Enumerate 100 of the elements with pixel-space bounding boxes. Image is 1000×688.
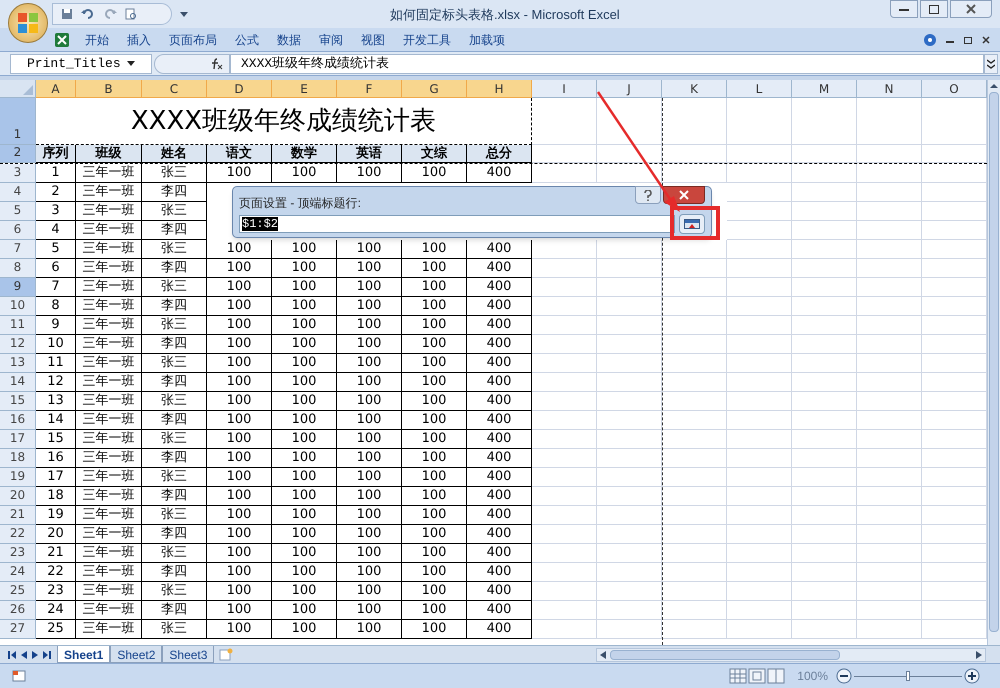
first-sheet-icon[interactable] [8, 650, 16, 658]
empty-cell[interactable] [857, 240, 922, 259]
restore-icon[interactable] [964, 36, 972, 44]
empty-cell[interactable] [597, 164, 662, 183]
empty-cell[interactable] [857, 221, 922, 240]
empty-cell[interactable] [662, 297, 727, 316]
empty-cell[interactable] [532, 98, 597, 145]
row-header[interactable]: 13 [0, 354, 36, 373]
row-header[interactable]: 14 [0, 373, 36, 392]
empty-cell[interactable] [532, 525, 597, 544]
empty-cell[interactable] [727, 98, 792, 145]
row-header[interactable]: 16 [0, 411, 36, 430]
empty-cell[interactable] [727, 392, 792, 411]
empty-cell[interactable] [662, 506, 727, 525]
name-box[interactable]: Print_Titles [10, 54, 152, 74]
sheet-tab[interactable]: Sheet1 [57, 646, 110, 663]
empty-cell[interactable] [597, 335, 662, 354]
empty-cell[interactable] [792, 278, 857, 297]
empty-cell[interactable] [792, 544, 857, 563]
row-header[interactable]: 19 [0, 468, 36, 487]
empty-cell[interactable] [727, 354, 792, 373]
ribbon-tab[interactable]: 公式 [226, 30, 268, 48]
empty-cell[interactable] [662, 316, 727, 335]
empty-cell[interactable] [727, 145, 792, 163]
empty-cell[interactable] [532, 240, 597, 259]
empty-cell[interactable] [532, 392, 597, 411]
empty-cell[interactable] [792, 373, 857, 392]
empty-cell[interactable] [727, 335, 792, 354]
macro-record-icon[interactable] [12, 670, 26, 682]
empty-cell[interactable] [857, 259, 922, 278]
zoom-slider[interactable] [854, 669, 962, 683]
empty-cell[interactable] [662, 240, 727, 259]
empty-cell[interactable] [792, 145, 857, 163]
empty-cell[interactable] [857, 164, 922, 183]
row-header[interactable]: 8 [0, 259, 36, 278]
page-break-view-icon[interactable] [767, 668, 786, 684]
empty-cell[interactable] [727, 240, 792, 259]
row-header[interactable]: 9 [0, 278, 36, 297]
column-header[interactable]: M [792, 80, 857, 98]
empty-cell[interactable] [792, 563, 857, 582]
empty-cell[interactable] [857, 506, 922, 525]
ribbon-tab[interactable]: 开始 [76, 30, 118, 48]
close-icon[interactable] [982, 36, 990, 44]
minimize-button[interactable] [890, 0, 918, 18]
empty-cell[interactable] [662, 98, 727, 145]
empty-cell[interactable] [727, 221, 792, 240]
empty-cell[interactable] [662, 430, 727, 449]
empty-cell[interactable] [662, 411, 727, 430]
empty-cell[interactable] [532, 449, 597, 468]
row-header[interactable]: 7 [0, 240, 36, 259]
empty-cell[interactable] [597, 544, 662, 563]
empty-cell[interactable] [662, 620, 727, 639]
empty-cell[interactable] [597, 449, 662, 468]
empty-cell[interactable] [857, 430, 922, 449]
empty-cell[interactable] [792, 392, 857, 411]
help-button[interactable] [635, 186, 661, 204]
row-header[interactable]: 12 [0, 335, 36, 354]
column-header[interactable]: G [402, 80, 467, 98]
empty-cell[interactable] [597, 98, 662, 145]
empty-cell[interactable] [597, 373, 662, 392]
empty-cell[interactable] [857, 544, 922, 563]
ribbon-tab[interactable]: 视图 [352, 30, 394, 48]
empty-cell[interactable] [727, 525, 792, 544]
empty-cell[interactable] [597, 506, 662, 525]
empty-cell[interactable] [597, 430, 662, 449]
column-header[interactable]: N [857, 80, 922, 98]
row-header[interactable]: 21 [0, 506, 36, 525]
empty-cell[interactable] [792, 297, 857, 316]
column-header[interactable]: C [142, 80, 207, 98]
office-button[interactable] [8, 3, 48, 43]
empty-cell[interactable] [792, 601, 857, 620]
select-all-corner[interactable] [0, 80, 36, 98]
undo-icon[interactable] [81, 8, 95, 20]
next-sheet-icon[interactable] [32, 650, 38, 658]
empty-cell[interactable] [727, 449, 792, 468]
empty-cell[interactable] [662, 563, 727, 582]
empty-cell[interactable] [662, 335, 727, 354]
empty-cell[interactable] [792, 449, 857, 468]
empty-cell[interactable] [727, 411, 792, 430]
empty-cell[interactable] [792, 316, 857, 335]
empty-cell[interactable] [857, 411, 922, 430]
empty-cell[interactable] [857, 449, 922, 468]
insert-sheet-icon[interactable] [218, 648, 234, 662]
empty-cell[interactable] [597, 354, 662, 373]
empty-cell[interactable] [792, 202, 857, 221]
empty-cell[interactable] [727, 430, 792, 449]
empty-cell[interactable] [532, 335, 597, 354]
save-icon[interactable] [61, 8, 73, 20]
empty-cell[interactable] [532, 297, 597, 316]
empty-cell[interactable] [857, 563, 922, 582]
column-header[interactable]: E [272, 80, 337, 98]
row-header[interactable]: 6 [0, 221, 36, 240]
row-header[interactable]: 24 [0, 563, 36, 582]
sheet-tab[interactable]: Sheet2 [110, 646, 162, 663]
empty-cell[interactable] [662, 525, 727, 544]
maximize-button[interactable] [920, 0, 948, 18]
empty-cell[interactable] [532, 373, 597, 392]
empty-cell[interactable] [857, 392, 922, 411]
empty-cell[interactable] [857, 335, 922, 354]
ribbon-tab[interactable]: 审阅 [310, 30, 352, 48]
